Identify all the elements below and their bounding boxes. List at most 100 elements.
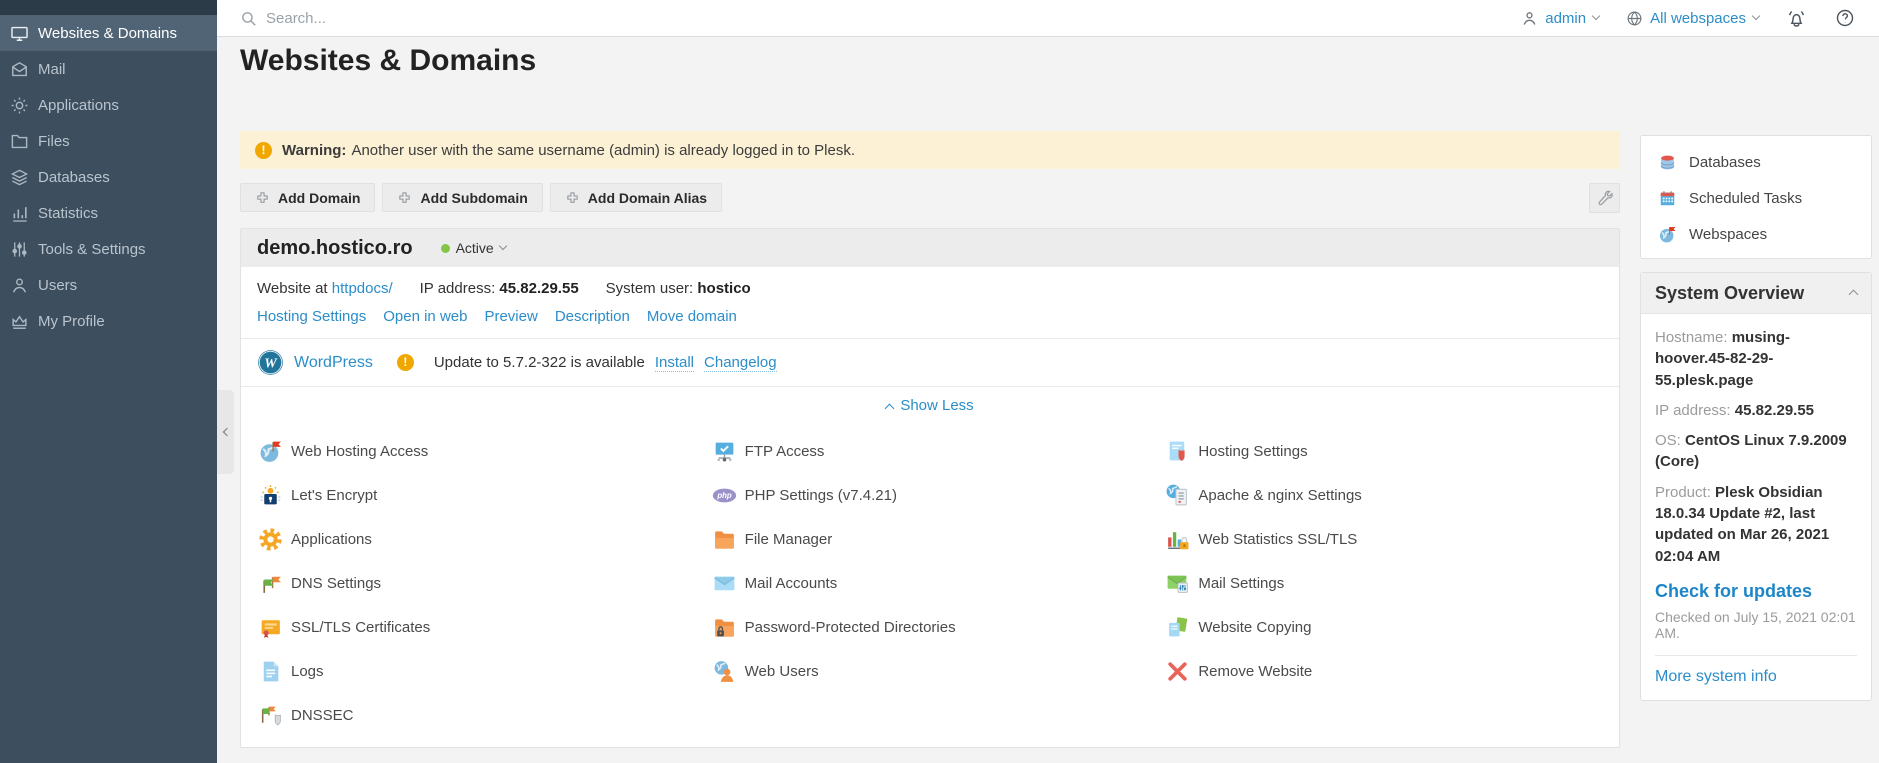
tool-label: Mail Settings [1198,575,1284,592]
sidebar-item[interactable]: Databases [0,159,217,195]
sidebar-item[interactable]: Mail [0,51,217,87]
shortcut-item[interactable]: Webspaces [1641,216,1871,252]
toolbar-button[interactable]: Add Domain [240,183,375,212]
search-input[interactable] [266,10,686,27]
help-button[interactable] [1834,8,1855,29]
tool-label: DNS Settings [291,575,381,592]
tool-item[interactable]: DNS Settings [258,561,712,605]
tool-label: Remove Website [1198,663,1312,680]
sidebar-item[interactable]: Users [0,267,217,303]
domain-card-header: demo.hostico.ro Active [241,229,1619,267]
tool-item[interactable]: Password-Protected Directories [712,605,1166,649]
topbar: admin All webspaces [217,0,1879,37]
overview-row-label: IP address: [1655,402,1735,419]
shortcut-item[interactable]: Databases [1641,144,1871,180]
tool-item[interactable]: Let's Encrypt [258,473,712,517]
domain-quick-link[interactable]: Hosting Settings [257,308,366,325]
tool-item[interactable]: php PHP Settings (v7.4.21) [712,473,1166,517]
tool-item[interactable]: Mail Settings [1165,561,1619,605]
scheduled-tasks-icon [1658,189,1677,208]
sidebar-item[interactable]: Tools & Settings [0,231,217,267]
plus-icon [255,190,270,205]
sidebar-item[interactable]: Applications [0,87,217,123]
sidebar-item[interactable]: Statistics [0,195,217,231]
sidebar-item-label: Databases [38,169,110,186]
tool-label: Website Copying [1198,619,1311,636]
tool-item[interactable]: Web Users [712,649,1166,693]
wordpress-logo-icon: W [257,349,284,376]
wordpress-install-link[interactable]: Install [655,354,694,372]
toolbar-button[interactable]: Add Subdomain [382,183,542,212]
tool-label: Web Users [745,663,819,680]
collapse-chevron-icon[interactable] [1849,290,1859,300]
system-user-value: hostico [697,280,750,297]
check-for-updates-link[interactable]: Check for updates [1655,581,1812,602]
php-icon: php [712,483,737,508]
tool-item[interactable]: Website Copying [1165,605,1619,649]
httpdocs-link[interactable]: httpdocs/ [332,280,393,297]
webspace-scope-label: All webspaces [1650,10,1746,27]
warning-text: Another user with the same username (adm… [351,142,855,159]
overview-row-label: Hostname: [1655,329,1732,346]
tool-item[interactable]: Applications [258,517,712,561]
domain-status-dropdown[interactable]: Active [441,240,506,256]
sidebar-item[interactable]: Websites & Domains [0,15,217,51]
sidebar-collapse-handle[interactable] [217,390,234,474]
topbar-right: admin All webspaces [1521,8,1855,29]
globe-icon [1626,10,1643,27]
sidebar-item[interactable]: My Profile [0,303,217,339]
tool-item[interactable]: DNSSEC [258,693,712,737]
tool-label: Password-Protected Directories [745,619,956,636]
domain-quick-link[interactable]: Open in web [383,308,467,325]
search-box [240,10,1521,27]
tool-item[interactable]: Logs [258,649,712,693]
tool-label: Logs [291,663,324,680]
domain-quick-link[interactable]: Description [555,308,630,325]
shortcut-item[interactable]: Scheduled Tasks [1641,180,1871,216]
update-warning-icon [397,354,414,371]
overview-row-label: OS: [1655,432,1685,449]
sidebar-item[interactable]: Files [0,123,217,159]
wordpress-changelog-link[interactable]: Changelog [704,354,777,372]
tool-label: Hosting Settings [1198,443,1307,460]
sidebar-item-label: My Profile [38,313,105,330]
system-overview-title: System Overview [1655,283,1804,304]
chevron-down-icon [1592,12,1600,20]
wordpress-link[interactable]: WordPress [294,354,373,372]
tool-item[interactable]: Remove Website [1165,649,1619,693]
tool-item[interactable]: Web Hosting Access [258,429,712,473]
tool-label: File Manager [745,531,833,548]
tool-item[interactable]: FTP Access [712,429,1166,473]
tool-item[interactable]: Web Statistics SSL/TLS [1165,517,1619,561]
last-checked-text: Checked on July 15, 2021 02:01 AM. [1655,609,1857,641]
tool-item[interactable]: Apache & nginx Settings [1165,473,1619,517]
tool-item[interactable]: SSL/TLS Certificates [258,605,712,649]
user-menu-label: admin [1545,10,1586,27]
domain-quick-link[interactable]: Move domain [647,308,737,325]
tool-item[interactable]: File Manager [712,517,1166,561]
user-menu[interactable]: admin [1521,10,1599,27]
more-system-info-link[interactable]: More system info [1655,668,1777,685]
show-less-label: Show Less [900,397,973,414]
show-less-link[interactable]: Show Less [886,397,973,414]
tool-label: FTP Access [745,443,825,460]
tool-item[interactable]: Hosting Settings [1165,429,1619,473]
domain-quick-link[interactable]: Preview [484,308,537,325]
customize-view-button[interactable] [1589,183,1620,213]
web-hosting-access-icon [258,439,283,464]
sidebar-item-label: Tools & Settings [38,241,146,258]
tool-label: PHP Settings (v7.4.21) [745,487,897,504]
tool-item[interactable]: Mail Accounts [712,561,1166,605]
toolbar-button-label: Add Subdomain [420,190,527,206]
system-overview-header: System Overview [1641,273,1871,314]
webspace-scope-menu[interactable]: All webspaces [1626,10,1759,27]
toolbar-button-label: Add Domain Alias [588,190,707,206]
toolbar-button[interactable]: Add Domain Alias [550,183,722,212]
domain-card: demo.hostico.ro Active Website at httpdo… [240,228,1620,748]
tool-label: DNSSEC [291,707,354,724]
sidebar-item-label: Mail [38,61,66,78]
password-dirs-icon [712,615,737,640]
sliders-icon [10,240,29,259]
shortcuts-card: Databases Scheduled Tasks Webspaces [1640,135,1872,259]
notifications-button[interactable] [1786,8,1807,29]
